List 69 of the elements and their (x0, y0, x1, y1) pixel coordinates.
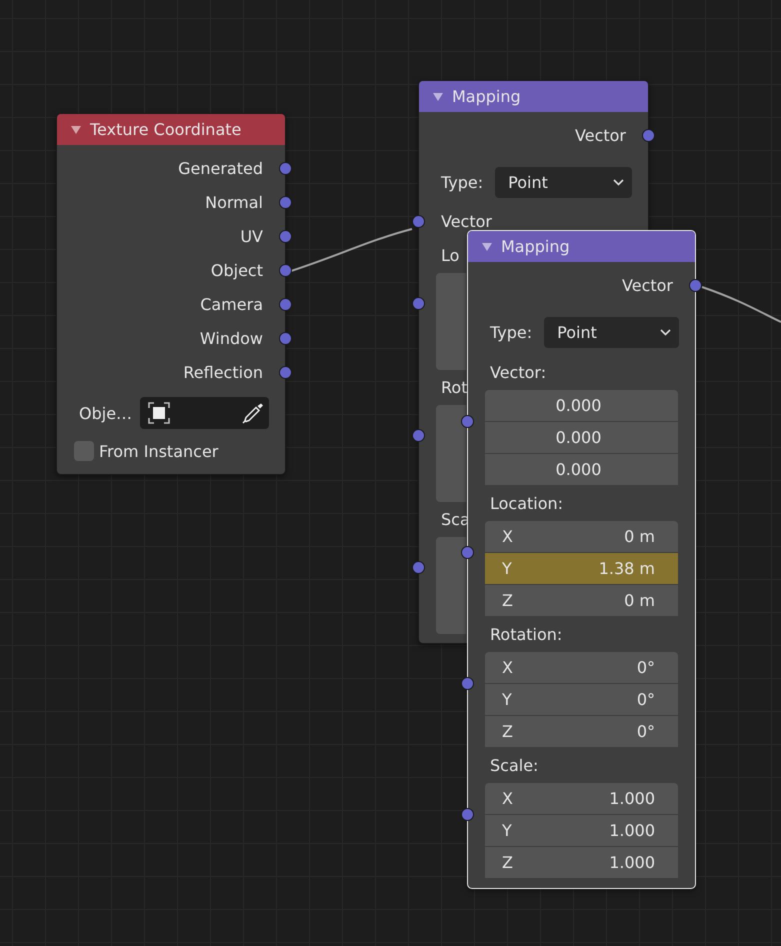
number-field[interactable]: Y 1.000 (485, 815, 678, 847)
number-field[interactable]: Z 0° (485, 716, 678, 748)
node-title: Texture Coordinate (90, 120, 242, 139)
chevron-icon (660, 329, 671, 336)
socket-label: UV (240, 226, 263, 246)
collapse-arrow-icon[interactable] (433, 92, 443, 100)
node-socket[interactable] (279, 162, 292, 174)
type-dropdown[interactable]: Point (495, 167, 632, 198)
node-socket[interactable] (412, 296, 425, 310)
section-label: Rot (441, 378, 468, 396)
node-socket[interactable] (412, 560, 425, 574)
socket-label: Normal (205, 192, 263, 212)
node-title: Mapping (501, 237, 570, 256)
collapse-arrow-icon[interactable] (482, 242, 492, 250)
number-field[interactable]: X 0 m (485, 521, 678, 553)
field-stack[interactable] (436, 405, 466, 502)
number-field[interactable]: 0.000 (485, 390, 678, 422)
field-label: Obje… (79, 404, 132, 422)
checkbox-label: From Instancer (99, 442, 218, 460)
node-socket[interactable] (642, 128, 655, 142)
section-label: Vector: (490, 362, 546, 382)
number-field[interactable]: X 0° (485, 652, 678, 684)
socket-label: Window (200, 328, 263, 348)
socket-label: Object (210, 260, 263, 280)
socket-label: Generated (178, 158, 263, 178)
number-field[interactable]: 0.000 (485, 422, 678, 454)
field-stack[interactable] (436, 273, 466, 370)
eyedropper-icon[interactable] (241, 401, 265, 425)
node-socket[interactable] (279, 332, 292, 344)
socket-label: Vector (622, 276, 673, 294)
section-label: Location: (490, 494, 564, 512)
number-field[interactable]: Y 0° (485, 684, 678, 716)
node-socket[interactable] (279, 298, 292, 310)
number-field[interactable]: Z 1.000 (485, 847, 678, 879)
collapse-arrow-icon[interactable] (71, 126, 81, 134)
checkbox[interactable] (74, 441, 94, 461)
node-header[interactable]: Mapping (419, 81, 648, 112)
node-header[interactable]: Texture Coordinate (57, 114, 285, 145)
section-label: Lo (441, 246, 460, 264)
section-label: Scale: (490, 756, 538, 774)
node-socket[interactable] (461, 546, 474, 559)
field-label: Type: (441, 173, 484, 192)
node-socket[interactable] (461, 677, 474, 690)
field-stack[interactable] (436, 537, 466, 634)
object-icon (147, 401, 172, 425)
field-label: Type: (490, 323, 532, 342)
node-socket[interactable] (689, 278, 702, 292)
socket-label: Vector (441, 212, 492, 230)
number-field[interactable]: Y 1.38 m (485, 553, 678, 585)
section-label: Rotation: (490, 624, 562, 644)
number-field[interactable]: Z 0 m (485, 585, 678, 617)
node-socket[interactable] (461, 808, 474, 821)
node-socket[interactable] (279, 366, 292, 378)
node-socket[interactable] (279, 264, 292, 276)
node-title: Mapping (452, 87, 521, 106)
type-dropdown[interactable]: Point (544, 317, 679, 348)
socket-label: Camera (200, 294, 263, 314)
node-socket[interactable] (461, 415, 474, 428)
node-socket[interactable] (412, 214, 425, 228)
chevron-icon (613, 179, 624, 186)
node-socket[interactable] (412, 428, 425, 442)
node-socket[interactable] (279, 196, 292, 208)
number-field[interactable]: X 1.000 (485, 783, 678, 815)
node-socket[interactable] (279, 230, 292, 242)
node-header[interactable]: Mapping (468, 231, 695, 262)
socket-label: Reflection (183, 362, 263, 382)
object-field[interactable] (140, 397, 269, 429)
socket-label: Vector (575, 126, 626, 144)
number-field[interactable]: 0.000 (485, 454, 678, 486)
